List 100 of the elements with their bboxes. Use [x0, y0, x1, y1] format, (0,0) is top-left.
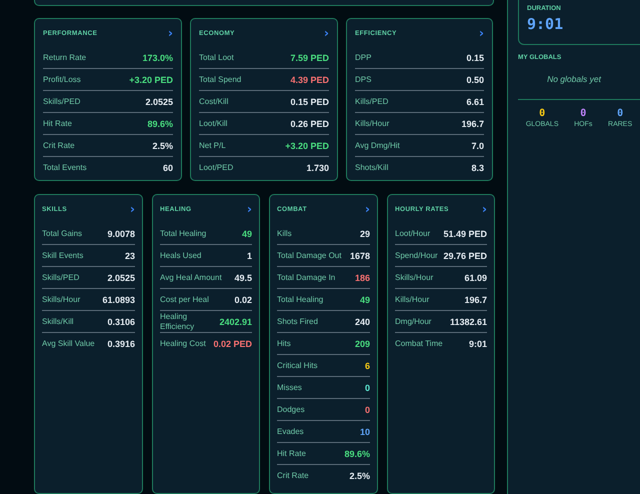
stat-label: Skills/PED [43, 96, 80, 106]
stat-value: 23 [124, 250, 135, 260]
stat-value: +3.20 PED [129, 74, 173, 84]
stat-value: 2.5% [349, 470, 370, 480]
stat-value: 0.3916 [107, 338, 135, 348]
stat-label: Skills/Hour [395, 272, 434, 282]
stat-value: 0.15 PED [290, 96, 329, 106]
stat-value: 4.39 PED [290, 74, 329, 84]
expand-button[interactable]: › [168, 27, 173, 39]
stat-value: 61.0893 [102, 294, 135, 304]
stat-label: Total Events [43, 162, 87, 172]
stat-value: 0.02 [234, 294, 252, 304]
stat-label: Healing Cost [160, 338, 206, 348]
stat-label: DPP [355, 52, 372, 62]
stat-label: Total Healing [160, 228, 206, 238]
stat-label: Skills/PED [42, 272, 80, 282]
stat-value: 186 [354, 272, 370, 282]
stat-label: Total Gains [42, 228, 82, 238]
stat-label: Critical Hits [277, 360, 318, 370]
stat-label: Shots Fired [277, 316, 318, 326]
stat-value: 0.3106 [107, 316, 135, 326]
stat-label: Spend/Hour [395, 250, 438, 260]
stat-label: Loot/PED [199, 162, 234, 172]
stat-label: Loot/Kill [199, 118, 228, 128]
stat-value: 0 [364, 404, 370, 414]
stat-value: 60 [162, 162, 173, 172]
stat-value: 1 [246, 250, 252, 260]
stat-label: Shots/Kill [355, 162, 388, 172]
counter-value: 0 [539, 108, 546, 119]
expand-button[interactable]: › [365, 203, 370, 215]
stat-value: 89.6% [147, 118, 173, 128]
counter-value: 0 [580, 108, 586, 119]
stat-value: 11382.61 [450, 316, 487, 326]
stat-value: 6.61 [466, 96, 484, 106]
counter-value: 0 [617, 108, 624, 119]
stat-value: 29.76 PED [443, 250, 487, 260]
stat-label: Dodges [277, 404, 305, 414]
stat-value: 2.0525 [107, 272, 135, 282]
stat-label: Crit Rate [277, 470, 309, 480]
stat-value: 89.6% [344, 448, 370, 458]
stat-value: 2402.91 [219, 316, 252, 326]
stat-value: 6 [364, 360, 370, 370]
stat-label: Total Loot [199, 52, 234, 62]
stat-value: 49 [360, 294, 370, 304]
stat-label: Avg Heal Amount [160, 272, 222, 282]
stat-value: 196.7 [461, 118, 484, 128]
expand-button[interactable]: › [130, 203, 135, 215]
stat-label: Hit Rate [43, 118, 72, 128]
stat-label: Hit Rate [277, 448, 306, 458]
stat-value: 7.59 PED [290, 52, 329, 62]
stat-label: Kills/Hour [395, 294, 430, 304]
stat-value: 0.50 [466, 74, 484, 84]
stat-label: Kills/Hour [355, 118, 390, 128]
duration-value: 9:01 [527, 15, 564, 33]
stat-label: Heals Used [160, 250, 202, 260]
stat-value: 8.3 [471, 162, 484, 172]
stat-label: Dmg/Hour [395, 316, 432, 326]
stat-value: 9:01 [468, 338, 487, 348]
expand-button[interactable]: › [482, 203, 487, 215]
stat-label: Profit/Loss [43, 74, 81, 84]
stat-value: 0.02 PED [213, 338, 252, 348]
stat-value: 240 [354, 316, 370, 326]
expand-button[interactable]: › [324, 27, 329, 39]
stat-label: Loot/Hour [395, 228, 430, 238]
stat-value: 209 [354, 338, 370, 348]
stat-value: +3.20 PED [285, 140, 329, 150]
stat-value: 1678 [350, 250, 370, 260]
stat-label: Cost per Heal [160, 294, 209, 304]
stat-value: 29 [360, 228, 370, 238]
stat-value: 0.26 PED [290, 118, 329, 128]
stat-value: 173.0% [142, 52, 173, 62]
stat-value: 1.730 [306, 162, 329, 172]
stat-value: 7.0 [471, 140, 484, 150]
stat-label: Cost/Kill [199, 96, 228, 106]
stat-value: 61.09 [464, 272, 487, 282]
stat-value: 49 [242, 228, 252, 238]
expand-button[interactable]: › [247, 203, 252, 215]
stat-label: Hits [277, 338, 291, 348]
stat-value: 0 [364, 382, 370, 392]
stat-label: Healing Efficiency [160, 312, 196, 332]
stat-label: Skills/Hour [42, 294, 80, 304]
stat-label: Misses [277, 382, 302, 392]
stat-value: 196.7 [464, 294, 487, 304]
stat-label: Skill Events [42, 250, 84, 260]
stat-label: Skills/Kill [42, 316, 74, 326]
stat-value: 10 [360, 426, 370, 436]
stat-label: Total Damage Out [277, 250, 342, 260]
stat-label: Kills [277, 228, 292, 238]
stat-label: Evades [277, 426, 304, 436]
stat-value: 51.49 PED [443, 228, 487, 238]
stat-label: Total Healing [277, 294, 324, 304]
stat-label: Avg Dmg/Hit [355, 140, 400, 150]
stat-value: 2.0525 [145, 96, 173, 106]
stat-label: Return Rate [43, 52, 86, 62]
stat-label: Combat Time [395, 338, 443, 348]
stat-value: 0.15 [466, 52, 484, 62]
stat-label: Total Damage In [277, 272, 336, 282]
stat-value: 2.5% [152, 140, 173, 150]
stat-label: DPS [355, 74, 372, 84]
expand-button[interactable]: › [479, 27, 484, 39]
